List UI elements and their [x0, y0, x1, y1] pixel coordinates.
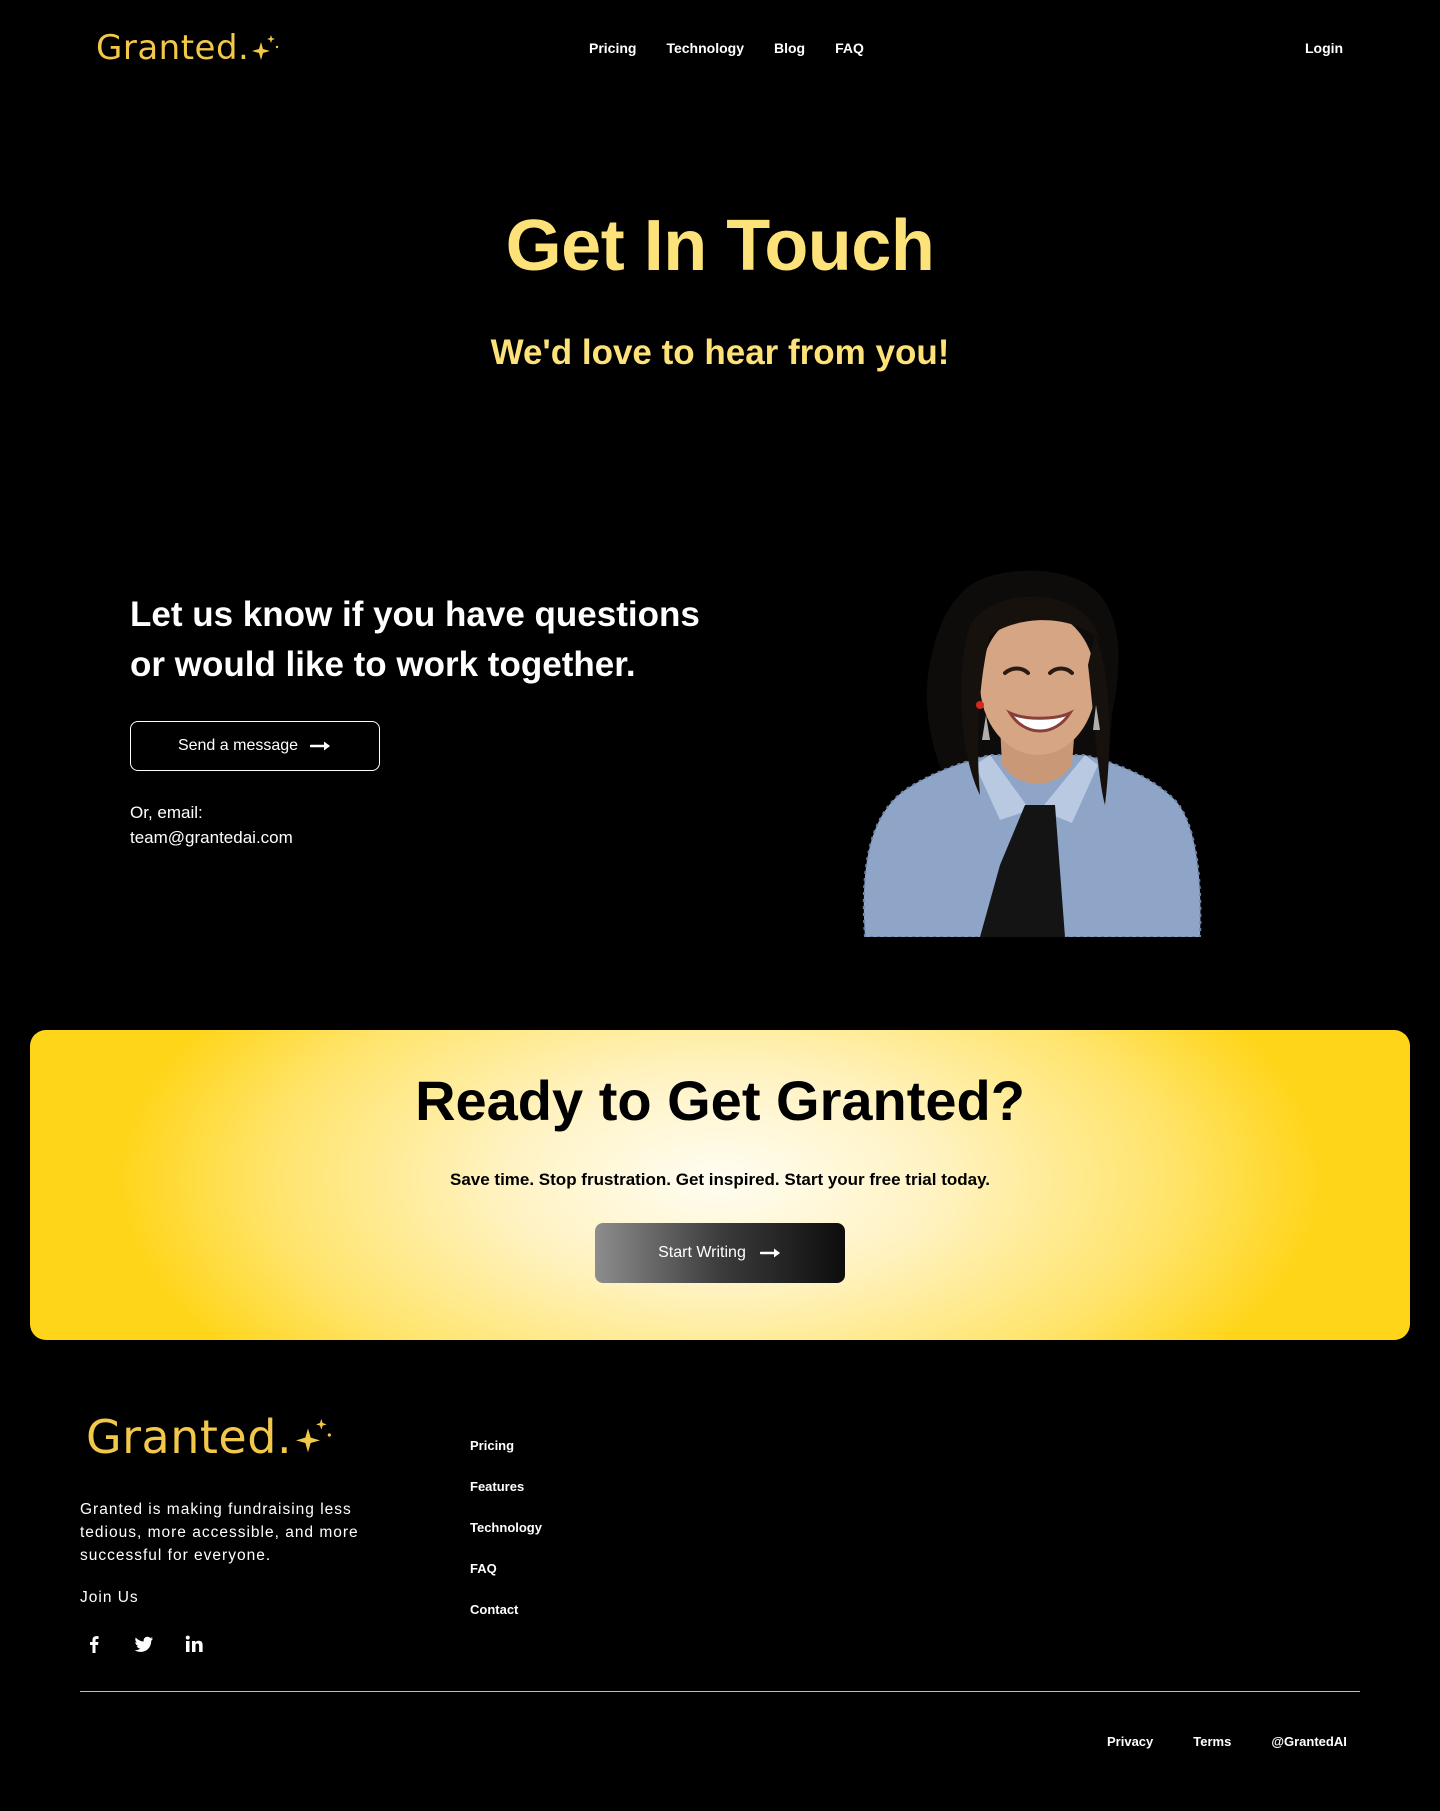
contact-portrait-image [862, 570, 1202, 937]
cta-title: Ready to Get Granted? [415, 1069, 1025, 1132]
start-writing-label: Start Writing [658, 1244, 746, 1261]
social-links [84, 1634, 204, 1654]
footer-description: Granted is making fundraising less tedio… [80, 1501, 359, 1564]
start-writing-button[interactable]: Start Writing [595, 1223, 845, 1283]
linkedin-icon[interactable] [184, 1634, 204, 1654]
twitter-icon[interactable] [134, 1634, 154, 1654]
email-link[interactable]: team@grantedai.com [130, 828, 293, 848]
nav-blog[interactable]: Blog [774, 40, 805, 56]
arrow-right-icon [310, 741, 331, 751]
privacy-link[interactable]: Privacy [1107, 1734, 1153, 1749]
footer-nav: Pricing Features Technology FAQ Contact [470, 1437, 542, 1618]
site-header: Granted. Pricing Technology Blog FAQ Log… [0, 0, 1440, 100]
brand-logo[interactable]: Granted. [96, 28, 279, 68]
facebook-icon[interactable] [84, 1634, 104, 1654]
footer-divider [80, 1691, 1360, 1692]
login-link[interactable]: Login [1305, 40, 1343, 56]
footer-link-technology[interactable]: Technology [470, 1519, 542, 1536]
brand-wordmark: Granted. [96, 28, 250, 68]
contact-heading: Let us know if you have questions or wou… [130, 595, 700, 684]
main-nav: Pricing Technology Blog FAQ [589, 40, 864, 56]
send-message-label: Send a message [177, 737, 299, 754]
cta-banner: Ready to Get Granted? Save time. Stop fr… [30, 1030, 1410, 1340]
footer-link-pricing[interactable]: Pricing [470, 1437, 542, 1454]
arrow-right-icon [759, 1248, 780, 1258]
email-label: Or, email: [130, 803, 203, 822]
sparkle-icon [252, 35, 279, 60]
footer-link-contact[interactable]: Contact [470, 1601, 542, 1618]
twitter-handle-link[interactable]: @GrantedAI [1271, 1734, 1347, 1749]
footer-link-faq[interactable]: FAQ [470, 1560, 542, 1577]
cta-subtitle: Save time. Stop frustration. Get inspire… [449, 1170, 991, 1189]
send-message-button[interactable]: Send a message [130, 721, 380, 771]
terms-link[interactable]: Terms [1193, 1734, 1231, 1749]
footer-wordmark: Granted. [86, 1410, 293, 1464]
nav-faq[interactable]: FAQ [835, 40, 864, 56]
footer-logo[interactable]: Granted. [86, 1410, 332, 1464]
footer-link-features[interactable]: Features [470, 1478, 542, 1495]
join-us-label: Join Us [80, 1589, 139, 1606]
page-title: Get In Touch [505, 206, 935, 286]
nav-technology[interactable]: Technology [666, 40, 744, 56]
legal-links: Privacy Terms @GrantedAI [1107, 1734, 1347, 1749]
sparkle-icon [296, 1419, 331, 1453]
nav-pricing[interactable]: Pricing [589, 40, 636, 56]
page-subtitle: We'd love to hear from you! [490, 333, 950, 372]
